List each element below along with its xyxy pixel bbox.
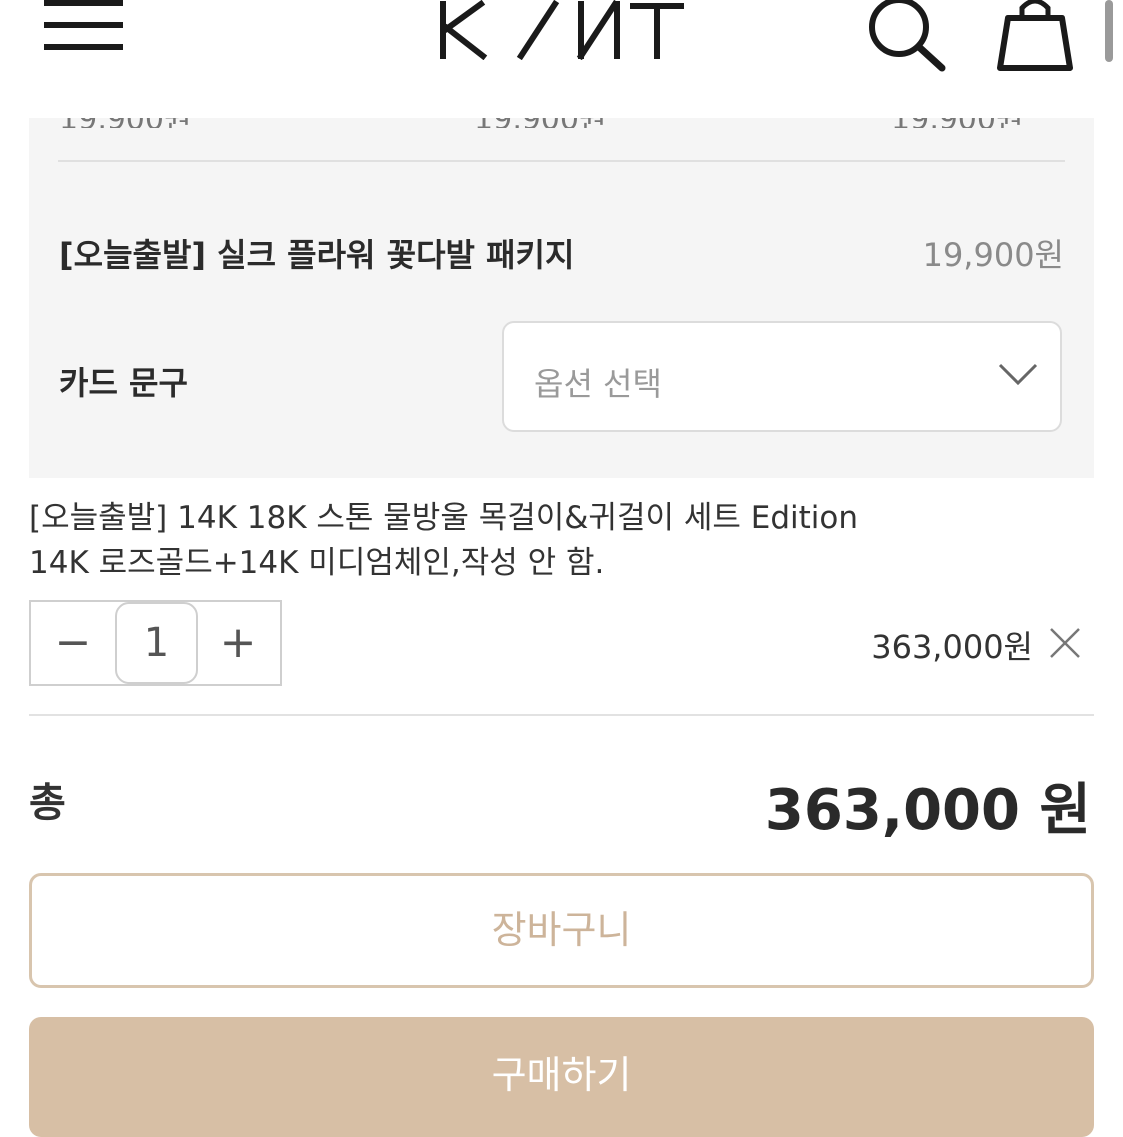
add-to-cart-button[interactable]: 장바구니: [29, 873, 1094, 988]
divider: [29, 714, 1094, 716]
search-icon[interactable]: [866, 0, 948, 72]
total-label: 총: [29, 780, 66, 826]
addon-product-name: [오늘출발] 실크 플라워 꽃다발 패키지: [59, 236, 575, 274]
total-amount: 363,000 원: [764, 778, 1091, 843]
menu-icon[interactable]: [44, 0, 124, 56]
card-message-label: 카드 문구: [59, 364, 188, 402]
chevron-down-icon: [998, 363, 1038, 386]
shopping-bag-icon[interactable]: [994, 0, 1076, 72]
addon-option-panel: 19,900원 19,900원 19,900원 [오늘출발] 실크 플라워 꽃다…: [29, 102, 1094, 478]
selected-product-option: 14K 로즈골드+14K 미디엄체인,작성 안 함.: [29, 545, 605, 581]
card-message-select[interactable]: 옵션 선택: [502, 321, 1062, 432]
scrollbar[interactable]: [1105, 0, 1113, 62]
quantity-input[interactable]: 1: [115, 602, 198, 684]
close-icon[interactable]: [1049, 627, 1081, 659]
selected-item-price: 363,000원: [871, 628, 1033, 666]
quantity-stepper: − 1 +: [29, 600, 282, 686]
quantity-decrease-button[interactable]: −: [31, 602, 115, 684]
selected-product-title: [오늘출발] 14K 18K 스톤 물방울 목걸이&귀걸이 세트 Edition: [29, 500, 858, 536]
quantity-increase-button[interactable]: +: [196, 602, 280, 684]
panel-divider: [58, 160, 1065, 162]
addon-product-price: 19,900원: [922, 236, 1064, 274]
header: [0, 0, 1123, 118]
brand-logo[interactable]: [437, 0, 687, 60]
option-select-placeholder: 옵션 선택: [534, 365, 662, 403]
buy-now-button[interactable]: 구매하기: [29, 1017, 1094, 1137]
